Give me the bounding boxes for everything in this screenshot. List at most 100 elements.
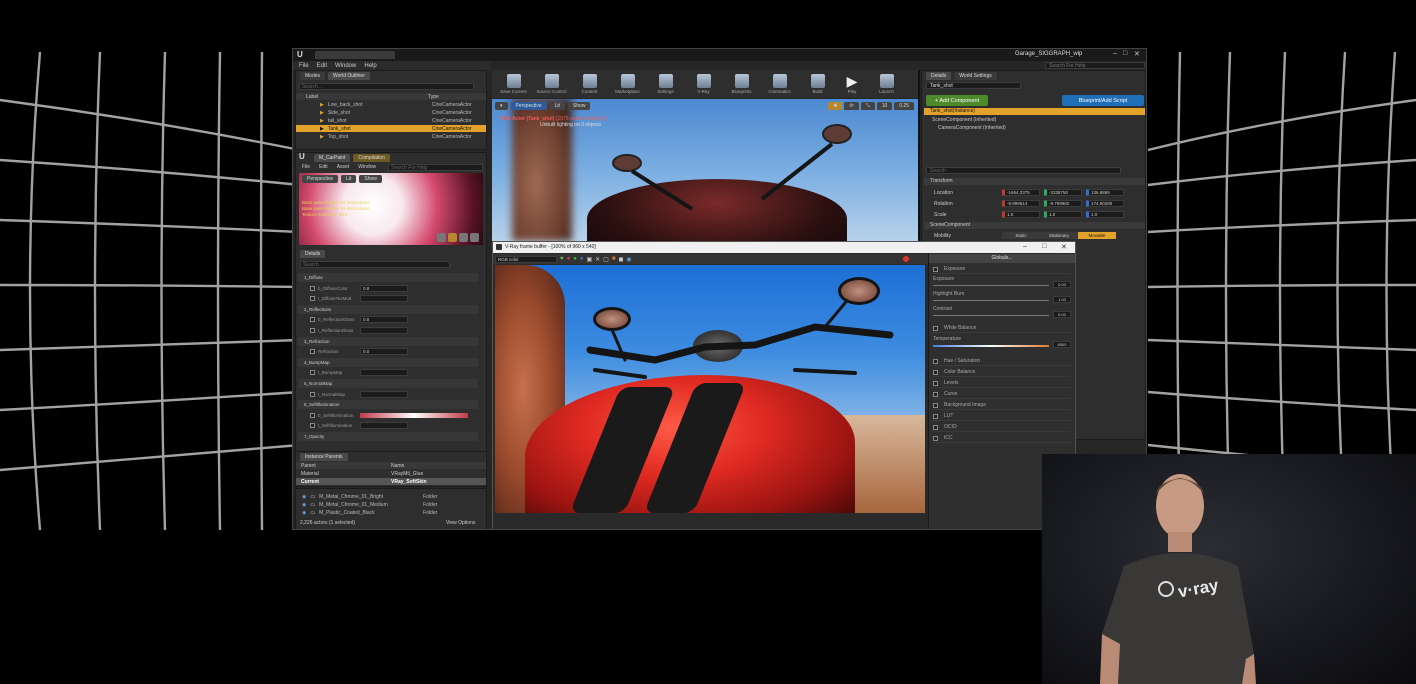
- tab-material[interactable]: M_CarPaint: [314, 153, 351, 162]
- component-row[interactable]: CameraComponent (Inherited): [938, 125, 1006, 131]
- toolbar-button-cinematics[interactable]: Cinematics: [761, 74, 798, 94]
- scene-component-section-header[interactable]: SceneComponent: [924, 222, 1145, 229]
- checkbox[interactable]: [933, 369, 938, 375]
- outliner-row[interactable]: ▶ Side_shot CineCameraActor: [296, 109, 486, 116]
- menu-asset[interactable]: Asset: [337, 164, 350, 170]
- checkbox[interactable]: [933, 380, 938, 386]
- cc-section-white-balance[interactable]: White Balance: [933, 324, 1070, 333]
- render-icon[interactable]: ■: [612, 256, 616, 262]
- instance-row[interactable]: Material VRayMtl_Glue: [296, 470, 486, 477]
- maximize-icon[interactable]: □: [1123, 50, 1127, 57]
- blueprint-add-script-button[interactable]: Blueprint/Add Script: [1062, 95, 1144, 106]
- param-value-input[interactable]: [360, 422, 408, 430]
- close-icon[interactable]: ✕: [1134, 50, 1140, 58]
- channel-select[interactable]: RGB color: [495, 255, 557, 263]
- translate-icon[interactable]: ✥: [828, 102, 843, 110]
- cc-section-row[interactable]: Hue / Saturation: [933, 357, 1071, 366]
- checkbox[interactable]: [933, 424, 938, 430]
- checkbox[interactable]: [933, 391, 938, 397]
- details-search-input[interactable]: Search: [926, 167, 1121, 174]
- stop-icon[interactable]: ◼: [618, 256, 623, 263]
- rotate-icon[interactable]: ⟳: [844, 102, 859, 110]
- menu-window[interactable]: Window: [335, 63, 356, 69]
- checkbox[interactable]: [933, 325, 938, 331]
- content-row[interactable]: ◉ ▭ M_Metal_Chrome_01_Bright Folder: [296, 493, 486, 500]
- cc-section-row[interactable]: Background Image: [933, 401, 1071, 410]
- param-checkbox[interactable]: [310, 349, 315, 355]
- save-icon[interactable]: ▣: [586, 256, 592, 263]
- exposure-param-value[interactable]: 1.00: [1053, 296, 1071, 303]
- outliner-search-input[interactable]: Search...: [299, 83, 474, 90]
- param-checkbox[interactable]: [310, 328, 315, 333]
- region-icon[interactable]: ▢: [603, 256, 609, 263]
- search-help-input[interactable]: Search For Help: [1045, 62, 1145, 69]
- param-group-header[interactable]: 3_Refraction: [298, 336, 478, 346]
- col-label[interactable]: Label: [306, 94, 318, 100]
- clear-icon[interactable]: ✕: [595, 256, 600, 263]
- outliner-row[interactable]: ▶ Top_shot CineCameraActor: [296, 133, 486, 140]
- param-value-input[interactable]: 0.0: [360, 348, 408, 356]
- checkbox[interactable]: [933, 413, 938, 419]
- location-y-input[interactable]: -3338750: [1044, 189, 1082, 196]
- exposure-param-value[interactable]: 0.00: [1053, 311, 1071, 318]
- col-type[interactable]: Type: [428, 94, 439, 100]
- cc-section-row[interactable]: ICC: [933, 434, 1071, 443]
- param-value-input[interactable]: [360, 295, 408, 303]
- instance-label-row[interactable]: Tank_shot(Instance): [924, 108, 1145, 115]
- vfb-minimize-icon[interactable]: –: [1023, 243, 1027, 250]
- param-checkbox[interactable]: [310, 285, 315, 291]
- plane-icon[interactable]: [459, 233, 468, 242]
- tab-compilation[interactable]: Compilation: [353, 153, 390, 162]
- scale-x-input[interactable]: 1.0: [1002, 211, 1040, 218]
- preview-lit-button[interactable]: Lit: [341, 175, 357, 183]
- param-checkbox[interactable]: [310, 296, 315, 302]
- menu-file[interactable]: File: [302, 164, 310, 170]
- cc-section-row[interactable]: Color Balance: [933, 368, 1071, 377]
- toolbar-button-content[interactable]: Content: [571, 74, 608, 94]
- transform-section-header[interactable]: Transform: [924, 178, 1145, 185]
- toolbar-button-blueprints[interactable]: Blueprints: [723, 74, 760, 94]
- cc-section-row[interactable]: Curve: [933, 390, 1071, 399]
- mobility-static-button[interactable]: Static: [1002, 232, 1040, 239]
- toolbar-button-settings[interactable]: Settings: [647, 74, 684, 94]
- sphere-icon[interactable]: [437, 233, 446, 242]
- wb-slider[interactable]: [933, 345, 1049, 347]
- param-checkbox[interactable]: [310, 423, 315, 429]
- actor-name-field[interactable]: Tank_shot: [926, 82, 1021, 89]
- globals-button[interactable]: Globals...: [929, 254, 1075, 263]
- toolbar-button-play[interactable]: ▶ Play: [837, 74, 867, 94]
- mobility-stationary-button[interactable]: Stationary: [1040, 232, 1078, 239]
- eye-icon[interactable]: ◉: [302, 494, 306, 500]
- minimize-icon[interactable]: –: [1113, 50, 1117, 57]
- param-value-input[interactable]: 0.8: [360, 284, 408, 292]
- exposure-param-slider[interactable]: [933, 285, 1049, 286]
- tab-modes[interactable]: Modes: [300, 71, 326, 80]
- toolbar-button-build[interactable]: Build: [799, 74, 836, 94]
- tab-details[interactable]: Details: [300, 249, 326, 258]
- cc-section-exposure[interactable]: Exposure: [933, 265, 1070, 274]
- vfb-record-icon[interactable]: [903, 256, 909, 262]
- details-search-input[interactable]: Search: [300, 261, 450, 268]
- preview-show-button[interactable]: Show: [359, 175, 382, 183]
- viewport-options-button[interactable]: ▾: [495, 102, 508, 110]
- menu-file[interactable]: File: [299, 63, 309, 69]
- param-value-input[interactable]: [360, 369, 408, 377]
- level-tab[interactable]: [315, 51, 395, 59]
- preview-perspective-button[interactable]: Perspective: [302, 175, 339, 183]
- heart-icon[interactable]: ♥: [560, 256, 564, 262]
- param-value-input[interactable]: [360, 390, 408, 398]
- scale-icon[interactable]: ⤡: [860, 102, 875, 110]
- toolbar-button-marketplace[interactable]: Marketplace: [609, 74, 646, 94]
- checkbox[interactable]: [933, 402, 938, 408]
- vfb-maximize-icon[interactable]: □: [1042, 243, 1046, 250]
- viewport-perspective-button[interactable]: Perspective: [510, 102, 547, 110]
- param-checkbox[interactable]: [310, 391, 315, 397]
- content-row[interactable]: ◉ ▭ M_Metal_Chrome_01_Medium Folder: [296, 501, 486, 508]
- instance-row[interactable]: Current VRay_SoftSkin: [296, 478, 486, 485]
- exposure-param-slider[interactable]: [933, 300, 1049, 301]
- param-group-header[interactable]: 4_BumpMap: [298, 357, 478, 367]
- viewport-lit-button[interactable]: Lit: [549, 102, 565, 110]
- menu-edit[interactable]: Edit: [317, 63, 327, 69]
- exposure-param-value[interactable]: 0.00: [1053, 281, 1071, 288]
- location-z-input[interactable]: 136.8869: [1086, 189, 1124, 196]
